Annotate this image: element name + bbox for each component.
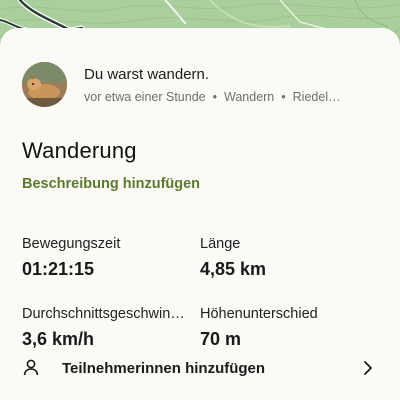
stat-label: Durchschnittsgeschwin… [22, 306, 185, 322]
activity-time: vor etwa einer Stunde [84, 90, 206, 104]
person-icon [22, 358, 42, 383]
stat-value: 3,6 km/h [22, 329, 95, 349]
meta-separator: • [212, 90, 217, 104]
add-description-link[interactable]: Beschreibung hinzufügen [22, 176, 200, 192]
meta-separator: • [281, 90, 286, 104]
activity-headline: Du warst wandern. [84, 66, 210, 83]
activity-header: Du warst wandern. vor etwa einer Stunde •… [22, 62, 382, 108]
stat-label: Länge [200, 236, 241, 252]
add-participants-button[interactable]: Teilnehmerinnen hinzufügen [22, 358, 378, 380]
activity-header-text: Du warst wandern. vor etwa einer Stunde •… [84, 65, 384, 105]
activity-title[interactable]: Wanderung [22, 138, 137, 164]
stat-label: Bewegungszeit [22, 236, 121, 252]
dog-photo-avatar-icon[interactable] [22, 62, 67, 107]
stat-elevation-difference: Höhenunterschied 70 m [200, 305, 372, 350]
add-participants-label: Teilnehmerinnen hinzufügen [62, 360, 266, 377]
activity-meta: vor etwa einer Stunde • Wandern • Riedel… [84, 89, 384, 105]
stat-value: 01:21:15 [22, 259, 95, 279]
activity-type: Wandern [224, 90, 275, 104]
stat-label: Höhenunterschied [200, 306, 318, 322]
activity-sheet: Du warst wandern. vor etwa einer Stunde •… [0, 28, 400, 400]
chevron-right-icon [362, 360, 374, 381]
activity-location: Riedel… [292, 90, 341, 104]
stat-length: Länge 4,85 km [200, 235, 372, 280]
stat-average-speed: Durchschnittsgeschwin… 3,6 km/h [22, 305, 194, 350]
stat-value: 70 m [200, 329, 242, 349]
stat-moving-time: Bewegungszeit 01:21:15 [22, 235, 194, 280]
stat-value: 4,85 km [200, 259, 267, 279]
